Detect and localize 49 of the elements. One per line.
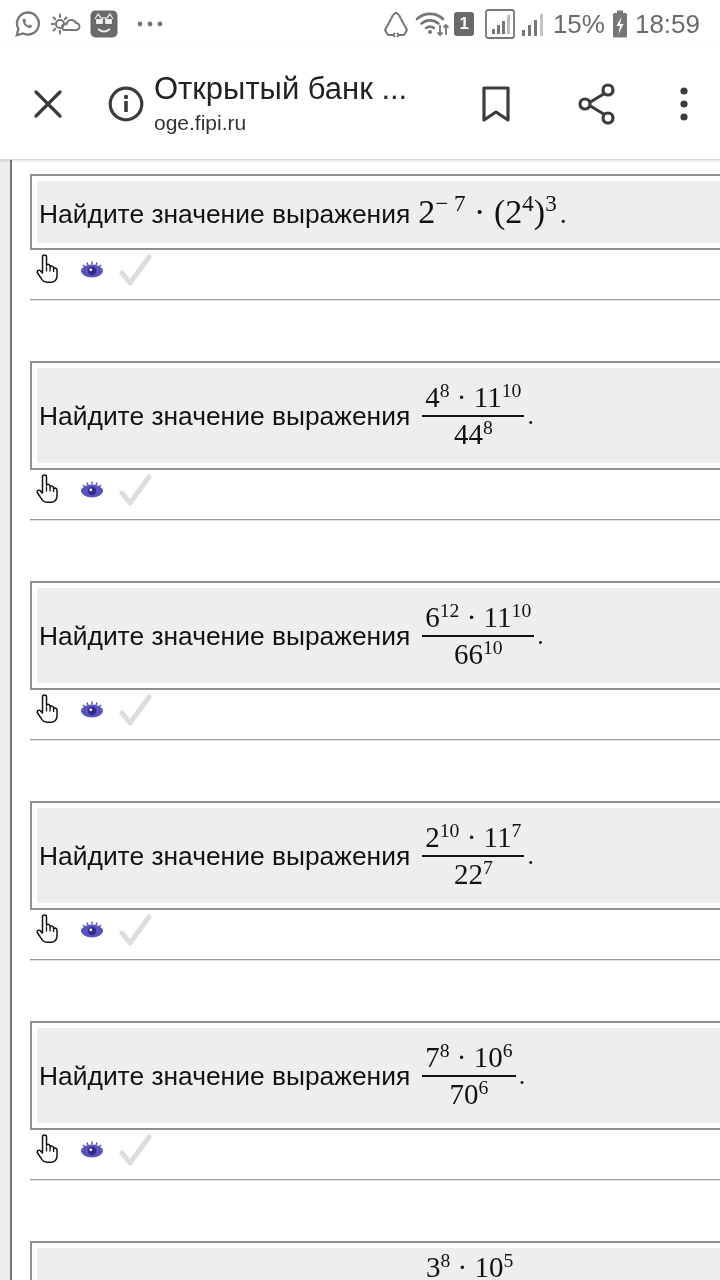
triangle-arrows-icon [382,11,411,37]
pointing-hand-icon[interactable] [36,474,60,504]
page-url: oge.fipi.ru [154,109,247,136]
more-icon[interactable] [680,86,688,121]
pointing-hand-icon[interactable] [36,1134,60,1164]
pointing-hand-icon[interactable] [36,254,60,284]
question-text: Найдите значение выражения [39,840,411,871]
full-stop: . [527,400,534,431]
face-app-icon [90,10,118,38]
chat-bubble-icon [14,10,42,38]
full-stop: . [518,1060,526,1091]
bookmark-icon[interactable] [482,85,510,122]
eye-icon[interactable] [80,480,104,498]
share-icon[interactable] [578,82,616,125]
fraction-numerator: 4$^{8}$ · 11$^{10}$ [424,379,523,415]
full-stop: . [527,840,534,871]
eye-icon[interactable] [80,700,104,718]
question-text: Найдите значение выражения [39,1060,411,1091]
pointing-hand-icon[interactable] [36,694,60,724]
wifi-icon [415,10,450,38]
pointing-hand-icon[interactable] [36,914,60,944]
fraction-denominator: 66$^{10}$ [452,636,504,672]
eye-icon[interactable] [80,260,104,278]
fraction-numerator: 2$^{10}$ · 11$^{7}$ [424,819,523,855]
signal-icon [484,9,515,39]
page-title: Открытый банк ... [154,70,408,107]
cloud-sun-icon [51,12,81,36]
fraction-denominator: 70$^{6}$ [448,1076,490,1112]
battery-percent: 15% [552,9,605,39]
full-stop: . [559,197,567,230]
math-expression: 2$^{− 7}$ · (2$^{4}$)$^{3}$ [418,189,557,232]
dots-icon [137,21,163,27]
clock-time: 18:59 [634,9,700,39]
question-text: Найдите значение выражения [39,620,411,651]
signal-icon [519,11,546,37]
eye-icon[interactable] [80,1140,104,1158]
question-text: Найдите значение выражения [39,198,411,229]
info-icon[interactable] [108,85,144,122]
battery-charging-icon [611,10,628,38]
close-icon[interactable] [34,89,62,118]
eye-icon[interactable] [80,920,104,938]
question-text: Найдите значение выражения [39,400,411,431]
fraction-numerator: 6$^{12}$ · 11$^{10}$ [424,599,533,635]
sim-slot-badge: 1 [454,12,474,36]
fraction-numerator: 3$^{8}$ · 10$^{5}$ [425,1250,515,1280]
fraction-denominator: 44$^{8}$ [452,416,494,452]
fraction-numerator: 7$^{8}$ · 10$^{6}$ [424,1039,514,1075]
fraction-denominator: 22$^{7}$ [452,856,494,892]
full-stop: . [537,620,544,651]
